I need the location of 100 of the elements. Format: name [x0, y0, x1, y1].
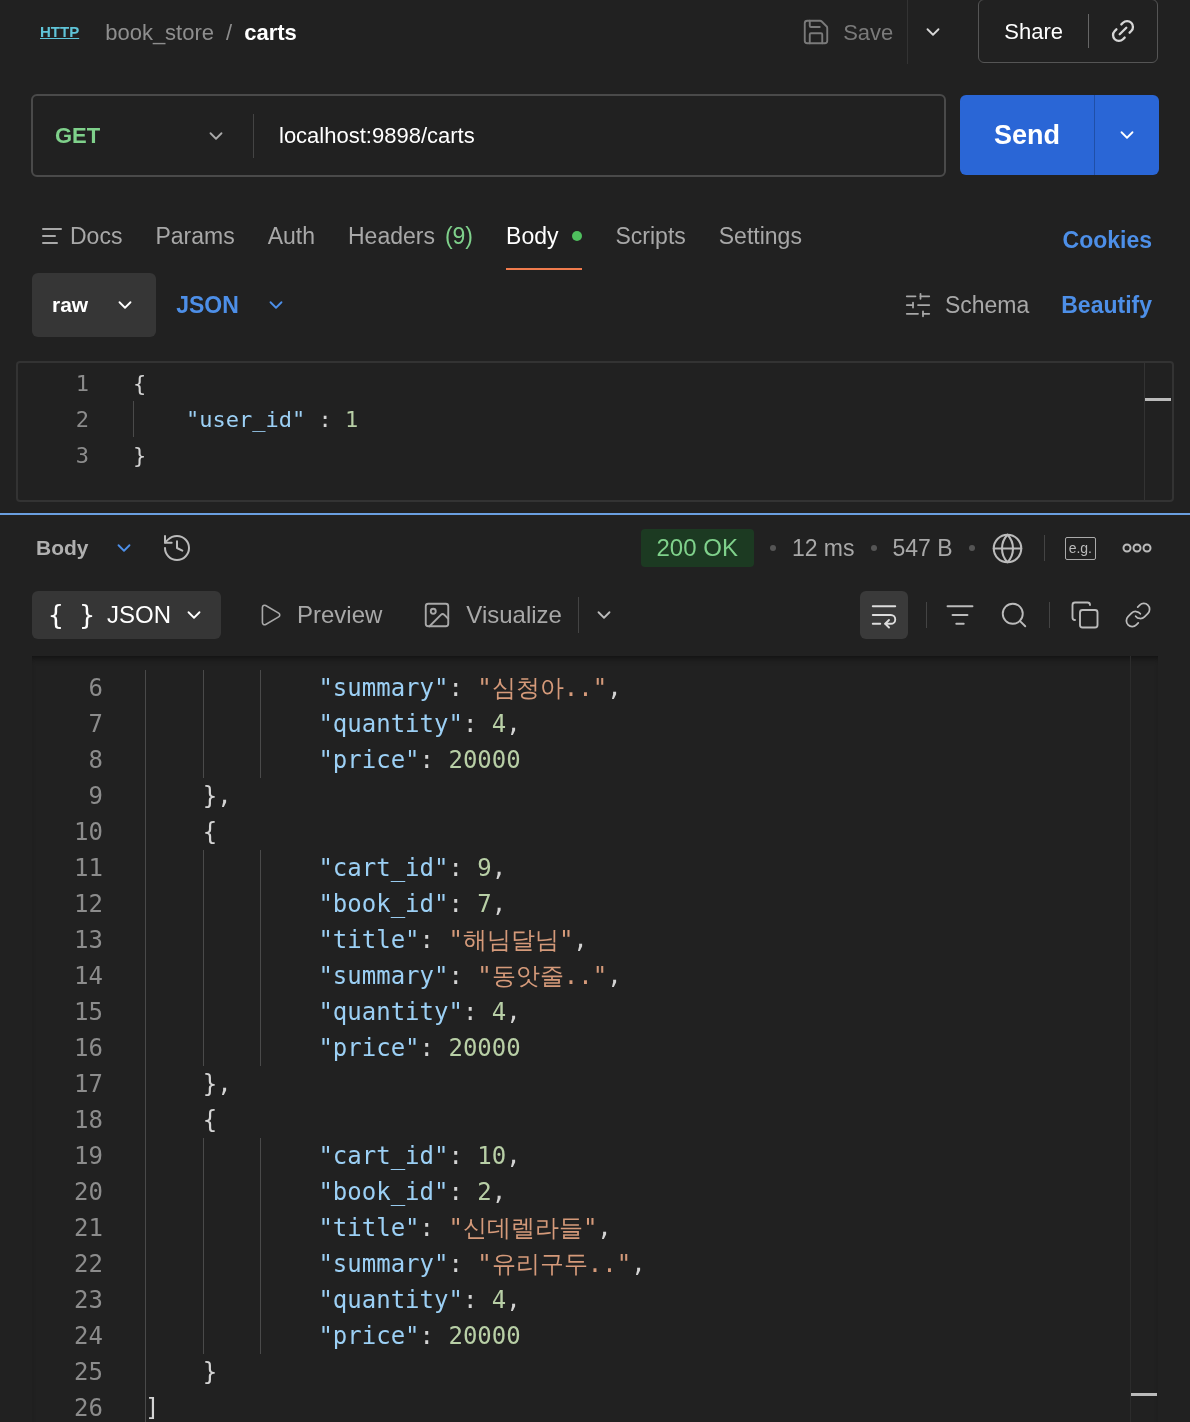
line-number: 25 [73, 1357, 103, 1388]
json-punctuation: : [448, 673, 464, 704]
json-key: "book_id" [318, 1174, 449, 1210]
beautify-button[interactable]: Beautify [1061, 287, 1152, 323]
search-icon [999, 600, 1029, 630]
request-tab[interactable]: Body [506, 204, 583, 270]
json-string: "해님달님" [448, 925, 574, 956]
json-punctuation: : [419, 745, 435, 776]
json-punctuation: , [491, 1177, 507, 1208]
share-button[interactable]: Share [979, 14, 1089, 48]
json-punctuation: : [419, 925, 435, 956]
request-tab[interactable]: Docs [40, 204, 123, 270]
json-punctuation: : [462, 709, 479, 740]
json-punctuation: : [448, 961, 464, 992]
response-view-dropdown[interactable]: Body [36, 532, 135, 564]
request-bar[interactable]: GET localhost:9898/carts [31, 94, 946, 177]
json-punctuation: : [448, 889, 464, 920]
more-button[interactable] [1122, 543, 1152, 553]
send-button[interactable]: Send [960, 95, 1095, 175]
json-punctuation: , [491, 853, 507, 884]
json-key: "title" [318, 1210, 420, 1246]
line-number: 10 [73, 817, 103, 848]
request-body-editor[interactable]: 1 { 2 "user_id" : 1 3 } [16, 361, 1174, 502]
line-number: 1 [74, 369, 89, 398]
json-key: "user_id" [186, 402, 306, 436]
more-icon [1122, 543, 1152, 553]
json-punctuation: , [506, 997, 521, 1028]
request-tab[interactable]: Scripts [615, 204, 686, 270]
line-number: 8 [87, 745, 103, 776]
line-number: 24 [73, 1321, 103, 1352]
line-number: 16 [73, 1033, 103, 1064]
request-tab[interactable]: Headers (9) [348, 204, 474, 270]
line-number: 20 [73, 1177, 103, 1208]
json-number: 9 [477, 853, 492, 884]
examples-button[interactable]: e.g. [1064, 536, 1096, 560]
json-punctuation: : [448, 853, 464, 884]
json-key: "summary" [318, 1246, 449, 1282]
preview-button[interactable]: Preview [257, 597, 383, 633]
json-punctuation: , [491, 889, 507, 920]
scroll-marker [1145, 398, 1171, 401]
link-button[interactable] [1124, 601, 1152, 629]
json-key: "quantity" [318, 1282, 463, 1318]
json-punctuation: , [597, 1213, 612, 1244]
json-punctuation: }, [202, 781, 232, 812]
url-field[interactable]: localhost:9898/carts [254, 105, 944, 166]
cookies-link[interactable]: Cookies [1062, 204, 1152, 270]
json-punctuation: { [133, 369, 147, 398]
json-punctuation: : [448, 1141, 464, 1172]
json-number: 2 [477, 1177, 492, 1208]
breadcrumb-collection[interactable]: book_store [105, 15, 215, 49]
breadcrumb-separator: / [226, 18, 233, 47]
http-logo: HTTP [40, 21, 80, 42]
request-name: carts [244, 18, 297, 47]
json-key: "price" [318, 742, 420, 778]
json-key: "quantity" [318, 706, 463, 742]
json-key: "price" [318, 1030, 420, 1066]
line-number: 7 [87, 709, 103, 740]
json-key: "summary" [318, 958, 449, 994]
json-number: 20000 [448, 1033, 521, 1064]
json-key: "price" [318, 1318, 420, 1354]
scroll-marker [1131, 1393, 1157, 1396]
response-time: 12 ms [791, 533, 855, 563]
json-number: 7 [477, 889, 492, 920]
json-key: "book_id" [318, 886, 449, 922]
request-tab[interactable]: Auth [267, 204, 315, 270]
line-number: 17 [73, 1069, 103, 1100]
line-number: 22 [73, 1249, 103, 1280]
json-string: "심청아.." [477, 673, 608, 704]
schema-button[interactable]: Schema [902, 287, 1030, 323]
response-size: 547 B [892, 533, 953, 563]
save-button[interactable]: Save [801, 0, 909, 64]
link-icon [1124, 601, 1152, 629]
copy-button[interactable] [1070, 600, 1100, 630]
json-number: 20000 [448, 1321, 521, 1352]
network-button[interactable] [990, 531, 1024, 565]
json-punctuation: , [631, 1249, 646, 1280]
format-dropdown[interactable]: { } JSON [32, 591, 221, 639]
visualize-button[interactable]: Visualize [422, 597, 579, 633]
line-number: 15 [73, 997, 103, 1028]
json-number: 20000 [448, 745, 521, 776]
globe-icon [990, 531, 1024, 565]
json-punctuation: : [462, 1285, 479, 1316]
json-punctuation: , [607, 673, 622, 704]
wrap-lines-button[interactable] [860, 591, 908, 639]
method-dropdown[interactable]: GET [33, 113, 254, 158]
body-mode-dropdown[interactable]: raw [32, 273, 157, 337]
request-tab[interactable]: Settings [718, 204, 802, 270]
json-punctuation: { [202, 1105, 218, 1136]
json-number: 4 [491, 709, 507, 740]
json-key: "cart_id" [318, 1138, 449, 1174]
json-punctuation: ] [145, 1393, 160, 1422]
json-key: "cart_id" [318, 850, 449, 886]
line-number: 21 [73, 1213, 103, 1244]
search-button[interactable] [999, 600, 1029, 630]
line-number: 2 [74, 405, 89, 434]
language-dropdown[interactable]: JSON [176, 287, 287, 323]
status-badge: 200 OK [640, 529, 754, 567]
json-punctuation: : [317, 405, 333, 434]
request-tab[interactable]: Params [155, 204, 235, 270]
json-punctuation: : [419, 1033, 435, 1064]
